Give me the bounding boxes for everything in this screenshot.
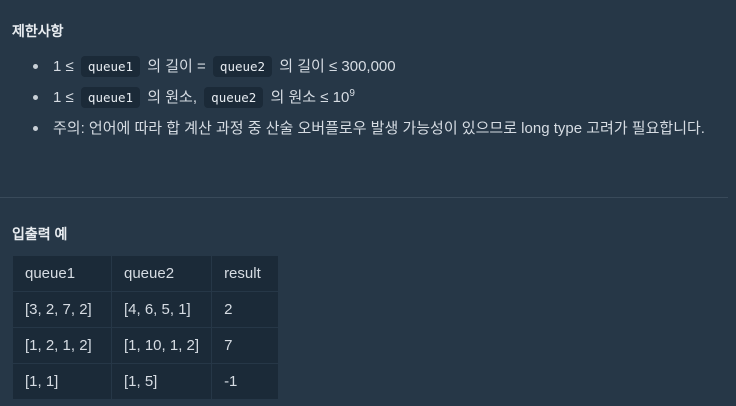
io-example-heading: 입출력 예	[12, 226, 68, 242]
table-row: [1, 1] [1, 5] -1	[12, 363, 280, 400]
constraint-text: 의 원소,	[147, 89, 197, 106]
table-cell: [3, 2, 7, 2]	[12, 291, 112, 328]
column-header: queue2	[110, 255, 213, 292]
table-cell: [1, 10, 1, 2]	[110, 327, 213, 364]
column-header: result	[211, 255, 280, 292]
io-example-table: queue1 queue2 result [3, 2, 7, 2] [4, 6,…	[12, 255, 280, 400]
table-cell: 7	[211, 327, 280, 364]
constraint-text: 의 원소 ≤ 10	[270, 89, 350, 106]
constraint-text: 의 길이 ≤ 300,000	[279, 58, 396, 75]
table-cell: [4, 6, 5, 1]	[110, 291, 213, 328]
table-cell: -1	[211, 363, 280, 400]
table-cell: [1, 5]	[110, 363, 213, 400]
constraints-heading: 제한사항	[12, 23, 64, 39]
constraint-text: 주의: 언어에 따라 합 계산 과정 중 산술 오버플로우 발생 가능성이 있으…	[53, 120, 705, 137]
constraint-item: 1 ≤ queue1 의 길이 = queue2 의 길이 ≤ 300,000	[0, 54, 736, 79]
exponent: 9	[349, 88, 355, 99]
constraint-text: 1 ≤	[53, 89, 74, 106]
code-queue1: queue1	[80, 56, 141, 77]
section-divider	[0, 197, 728, 198]
table-row: [1, 2, 1, 2] [1, 10, 1, 2] 7	[12, 327, 280, 364]
table-cell: [1, 2, 1, 2]	[12, 327, 112, 364]
constraint-item: 주의: 언어에 따라 합 계산 과정 중 산술 오버플로우 발생 가능성이 있으…	[0, 116, 736, 141]
code-queue2: queue2	[212, 56, 273, 77]
table-row: [3, 2, 7, 2] [4, 6, 5, 1] 2	[12, 291, 280, 328]
code-queue2: queue2	[204, 87, 264, 108]
table-header-row: queue1 queue2 result	[12, 255, 280, 292]
constraint-text: 1 ≤	[53, 58, 74, 75]
table-cell: [1, 1]	[12, 363, 112, 400]
column-header: queue1	[12, 255, 112, 292]
constraint-text: 의 길이 =	[147, 58, 206, 75]
code-queue1: queue1	[80, 87, 141, 108]
constraints-list: 1 ≤ queue1 의 길이 = queue2 의 길이 ≤ 300,000 …	[0, 54, 736, 147]
constraint-item: 1 ≤ queue1 의 원소, queue2 의 원소 ≤ 109	[0, 85, 736, 110]
table-cell: 2	[211, 291, 280, 328]
